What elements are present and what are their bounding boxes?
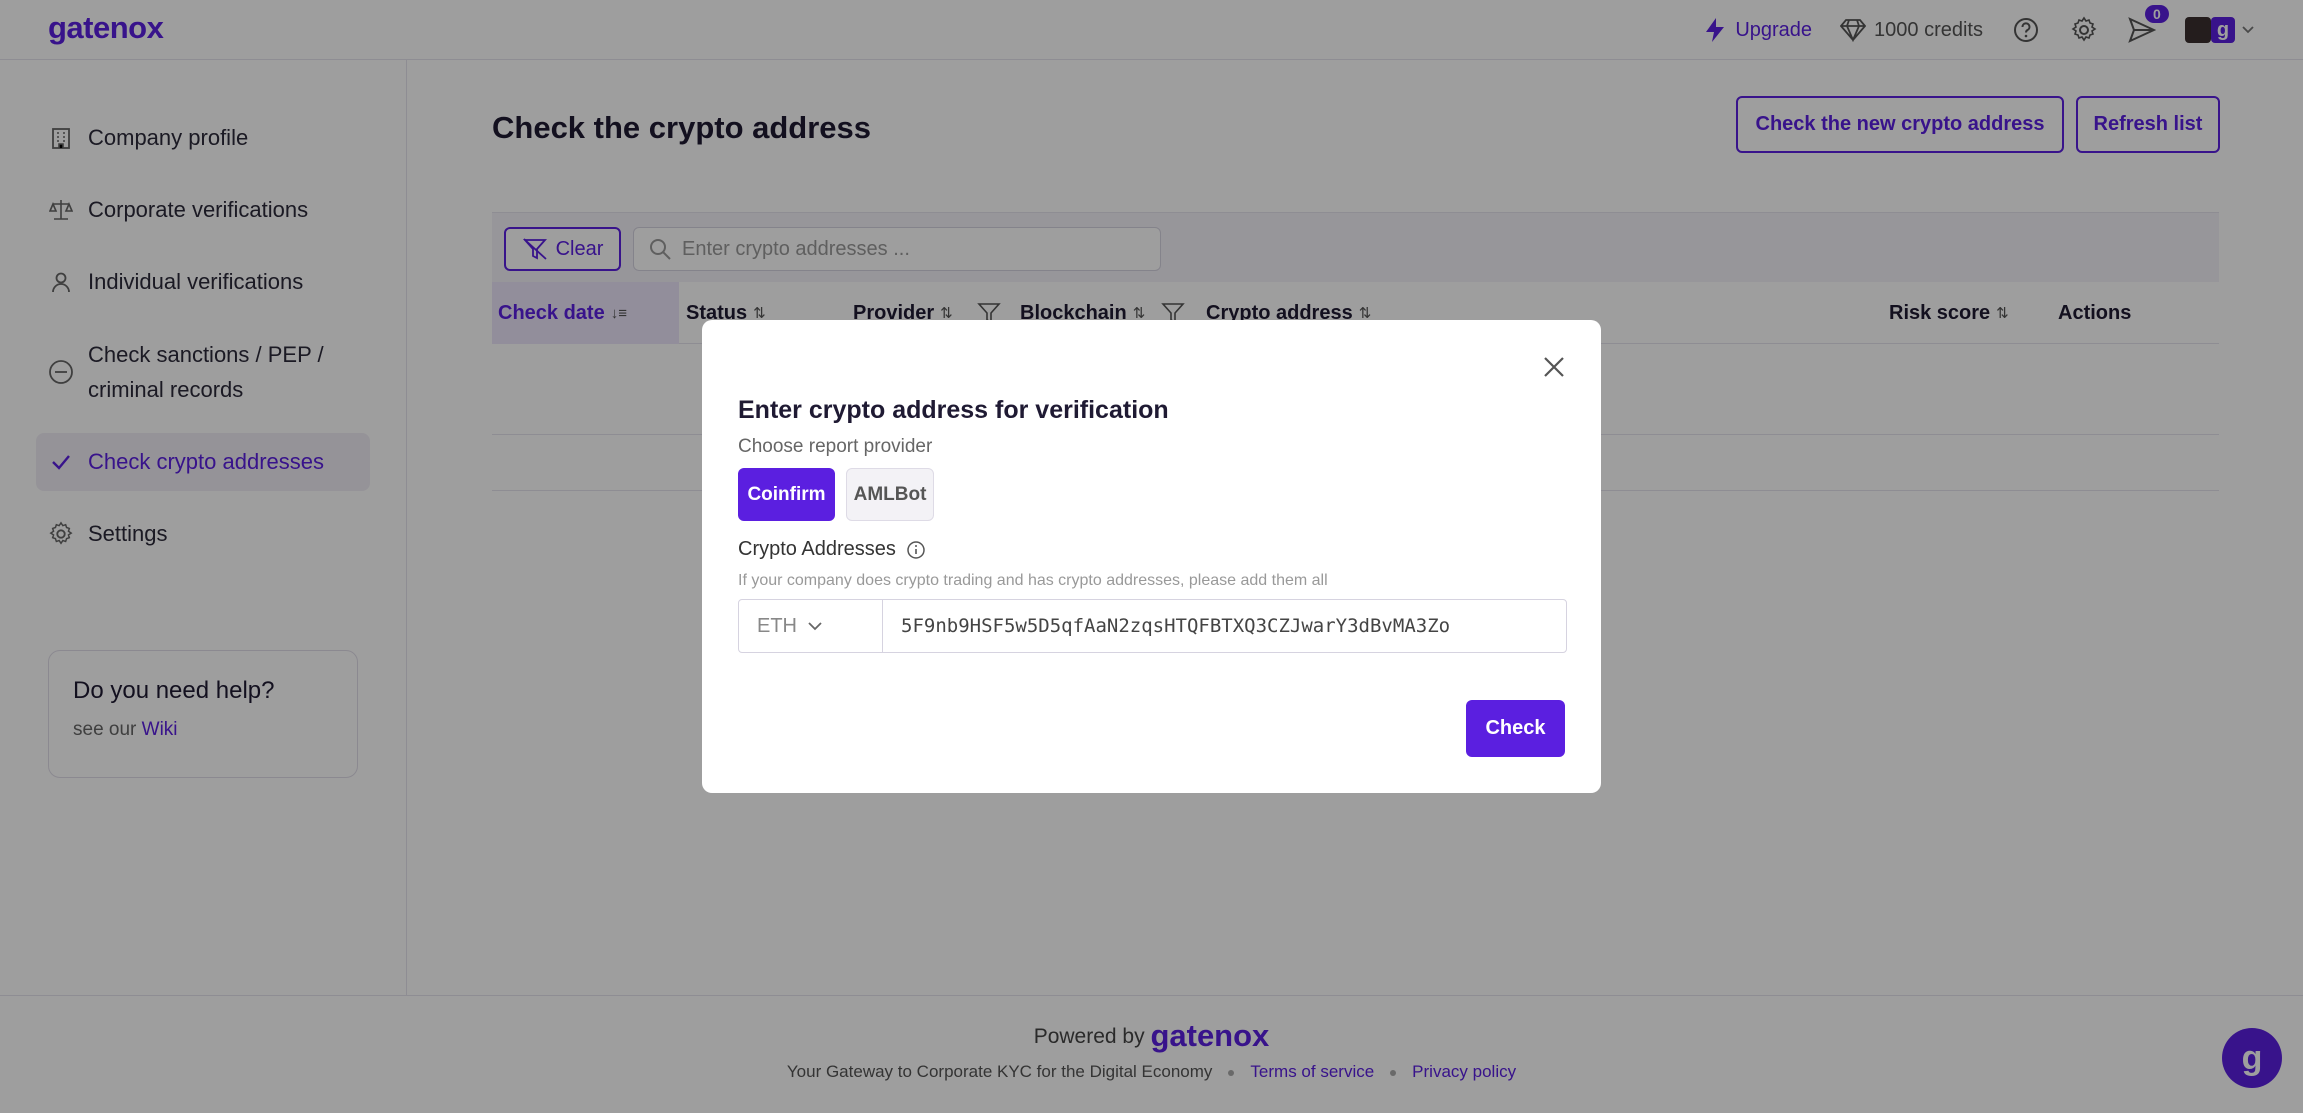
blockchain-select[interactable]: ETH <box>739 600 883 652</box>
modal-title: Enter crypto address for verification <box>738 396 1169 424</box>
field-label-text: Crypto Addresses <box>738 538 896 560</box>
check-button[interactable]: Check <box>1466 700 1565 757</box>
chevron-down-icon <box>808 622 822 631</box>
crypto-addresses-label: Crypto Addresses <box>738 538 926 561</box>
provider-amlbot-button[interactable]: AMLBot <box>846 468 934 521</box>
close-icon[interactable] <box>1539 352 1569 382</box>
blockchain-value: ETH <box>757 614 797 637</box>
provider-coinfirm-button[interactable]: Coinfirm <box>738 468 835 521</box>
crypto-address-input[interactable]: 5F9nb9HSF5w5D5qfAaN2zqsHTQFBTXQ3CZJwarY3… <box>883 600 1566 652</box>
crypto-addresses-hint: If your company does crypto trading and … <box>738 572 1328 589</box>
provider-prompt: Choose report provider <box>738 436 933 457</box>
page: gatenox Upgrade 1000 credits 0 g Company… <box>0 0 2303 1113</box>
info-icon[interactable] <box>906 540 926 560</box>
crypto-address-row: ETH 5F9nb9HSF5w5D5qfAaN2zqsHTQFBTXQ3CZJw… <box>738 599 1567 653</box>
crypto-address-modal: Enter crypto address for verification Ch… <box>702 320 1601 793</box>
